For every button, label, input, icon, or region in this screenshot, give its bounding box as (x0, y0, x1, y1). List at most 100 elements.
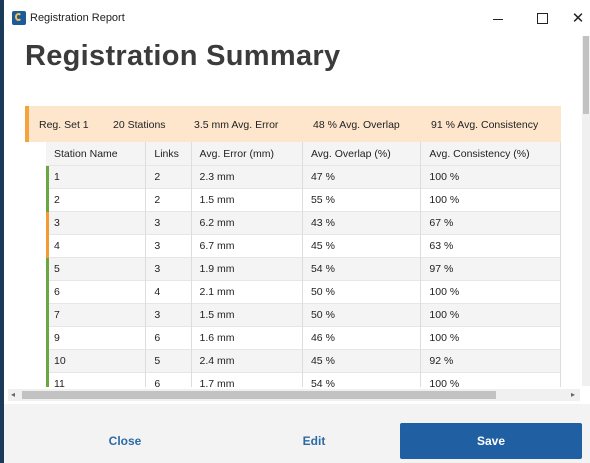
page-title: Registration Summary (25, 40, 341, 72)
cell-avg-overlap: 45 % (302, 234, 422, 258)
row-status-indicator (46, 166, 49, 189)
report-content: Reg. Set 1 20 Stations 3.5 mm Avg. Error… (25, 104, 561, 387)
cell-avg-consistency: 100 % (420, 165, 561, 189)
cell-avg-consistency: 63 % (420, 234, 561, 258)
table-row[interactable]: 1 2 2.3 mm 47 % 100 % (46, 165, 561, 189)
table-row[interactable]: 10 5 2.4 mm 45 % 92 % (46, 349, 561, 373)
vertical-scrollbar[interactable] (582, 36, 590, 386)
stations-table: Station Name Links Avg. Error (mm) Avg. … (46, 142, 561, 387)
stations-table-body: 1 2 2.3 mm 47 % 100 % 2 2 1.5 mm 55 % 100 % 3 3 6.2 … (46, 165, 561, 387)
column-header-avg-error[interactable]: Avg. Error (mm) (191, 142, 303, 166)
cell-avg-overlap: 54 % (302, 372, 422, 387)
registration-set-summary[interactable]: Reg. Set 1 20 Stations 3.5 mm Avg. Error… (25, 106, 561, 142)
maximize-button[interactable] (532, 8, 552, 28)
cell-avg-overlap: 54 % (302, 257, 422, 281)
cell-avg-error: 2.3 mm (191, 165, 303, 189)
summary-avg-consistency: 91 % Avg. Consistency (431, 119, 539, 131)
table-row[interactable]: 5 3 1.9 mm 54 % 97 % (46, 257, 561, 281)
row-status-indicator (46, 373, 49, 387)
row-status-indicator (46, 350, 49, 373)
cell-avg-consistency: 97 % (420, 257, 561, 281)
cell-avg-consistency: 92 % (420, 349, 561, 373)
window-title: Registration Report (30, 12, 125, 24)
cell-avg-error: 1.7 mm (191, 372, 303, 387)
table-row[interactable]: 4 3 6.7 mm 45 % 63 % (46, 234, 561, 258)
close-button[interactable]: Close (72, 423, 178, 459)
cell-station-name: 5 (46, 257, 147, 281)
cell-station-name: 7 (46, 303, 147, 327)
title-bar: Registration Report ✕ (4, 0, 590, 36)
cell-links: 4 (145, 280, 192, 304)
column-header-links[interactable]: Links (145, 142, 192, 166)
cell-station-name: 2 (46, 188, 147, 212)
cell-avg-consistency: 100 % (420, 326, 561, 350)
table-header-row: Station Name Links Avg. Error (mm) Avg. … (46, 142, 561, 166)
cell-station-name: 11 (46, 372, 147, 387)
app-logo-icon (12, 11, 26, 25)
registration-report-window: Registration Report ✕ Registration Summa… (4, 0, 590, 463)
column-header-station-name[interactable]: Station Name (46, 142, 147, 166)
table-row[interactable]: 11 6 1.7 mm 54 % 100 % (46, 372, 561, 387)
row-status-indicator (46, 304, 49, 327)
cell-links: 2 (145, 188, 192, 212)
row-status-indicator (46, 258, 49, 281)
horizontal-scroll-thumb[interactable] (22, 391, 496, 399)
cell-links: 3 (145, 257, 192, 281)
cell-links: 3 (145, 234, 192, 258)
cell-links: 3 (145, 303, 192, 327)
close-window-button[interactable]: ✕ (568, 8, 588, 28)
summary-avg-error: 3.5 mm Avg. Error (194, 119, 279, 131)
minimize-icon (493, 18, 503, 20)
cell-station-name: 3 (46, 211, 147, 235)
row-status-indicator (46, 327, 49, 350)
table-row[interactable]: 3 3 6.2 mm 43 % 67 % (46, 211, 561, 235)
cell-avg-overlap: 55 % (302, 188, 422, 212)
cell-station-name: 6 (46, 280, 147, 304)
summary-set-name: Reg. Set 1 (39, 119, 89, 131)
cell-avg-error: 1.5 mm (191, 303, 303, 327)
cell-avg-overlap: 45 % (302, 349, 422, 373)
cell-avg-overlap: 46 % (302, 326, 422, 350)
table-row[interactable]: 2 2 1.5 mm 55 % 100 % (46, 188, 561, 212)
cell-avg-error: 1.9 mm (191, 257, 303, 281)
column-header-avg-overlap[interactable]: Avg. Overlap (%) (302, 142, 422, 166)
cell-avg-overlap: 50 % (302, 303, 422, 327)
scroll-left-icon[interactable]: ◂ (11, 390, 15, 399)
cell-station-name: 1 (46, 165, 147, 189)
column-header-avg-consistency[interactable]: Avg. Consistency (%) (420, 142, 561, 166)
row-status-indicator (46, 212, 49, 235)
cell-links: 3 (145, 211, 192, 235)
cell-avg-consistency: 67 % (420, 211, 561, 235)
edit-button[interactable]: Edit (264, 423, 364, 459)
row-status-indicator (46, 189, 49, 212)
save-button[interactable]: Save (400, 423, 582, 459)
cell-links: 6 (145, 326, 192, 350)
cell-avg-error: 2.1 mm (191, 280, 303, 304)
cell-links: 5 (145, 349, 192, 373)
cell-station-name: 9 (46, 326, 147, 350)
cell-station-name: 10 (46, 349, 147, 373)
dialog-footer: Close Edit Save (4, 404, 590, 463)
cell-avg-error: 1.6 mm (191, 326, 303, 350)
cell-links: 6 (145, 372, 192, 387)
summary-avg-overlap: 48 % Avg. Overlap (313, 119, 400, 131)
minimize-button[interactable] (488, 8, 508, 28)
maximize-icon (536, 12, 548, 24)
cell-avg-consistency: 100 % (420, 372, 561, 387)
cell-avg-consistency: 100 % (420, 188, 561, 212)
cell-avg-consistency: 100 % (420, 303, 561, 327)
row-status-indicator (46, 281, 49, 304)
horizontal-scrollbar[interactable]: ◂ ▸ (8, 389, 580, 401)
table-row[interactable]: 7 3 1.5 mm 50 % 100 % (46, 303, 561, 327)
cell-avg-overlap: 50 % (302, 280, 422, 304)
row-status-indicator (46, 235, 49, 258)
cell-avg-error: 6.7 mm (191, 234, 303, 258)
cell-avg-overlap: 43 % (302, 211, 422, 235)
table-row[interactable]: 6 4 2.1 mm 50 % 100 % (46, 280, 561, 304)
cell-links: 2 (145, 165, 192, 189)
cell-avg-error: 1.5 mm (191, 188, 303, 212)
cell-station-name: 4 (46, 234, 147, 258)
table-row[interactable]: 9 6 1.6 mm 46 % 100 % (46, 326, 561, 350)
scroll-right-icon[interactable]: ▸ (571, 390, 575, 399)
vertical-scroll-thumb[interactable] (583, 36, 589, 114)
